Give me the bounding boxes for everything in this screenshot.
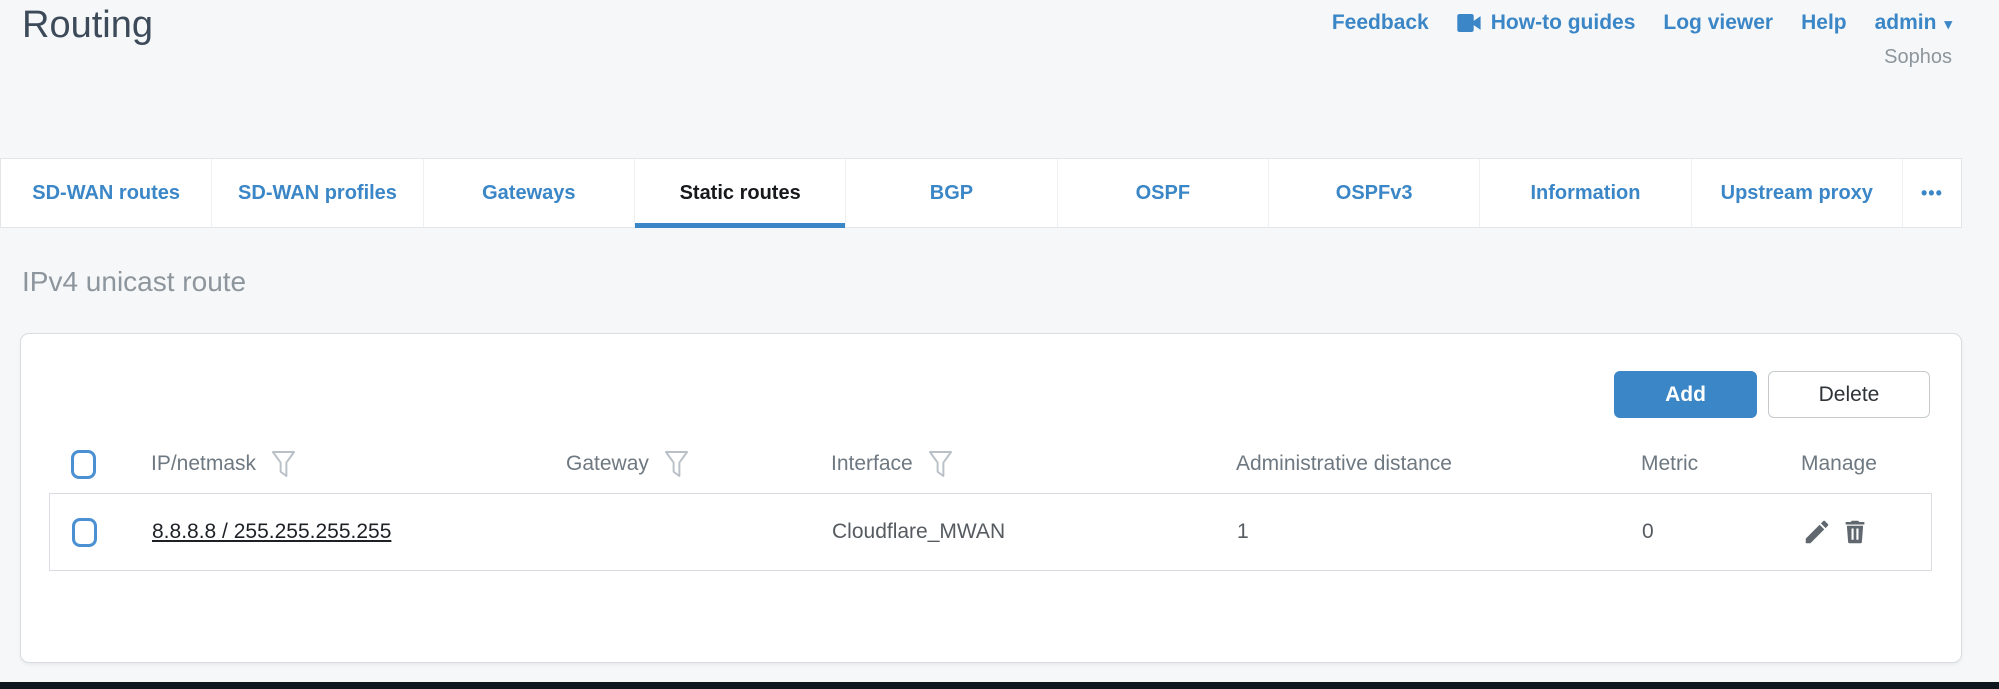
tab-ospf[interactable]: OSPF — [1058, 159, 1269, 227]
column-header-gateway: Gateway — [566, 452, 649, 476]
route-ip-netmask-link[interactable]: 8.8.8.8 / 255.255.255.255 — [152, 520, 391, 543]
nav-help[interactable]: Help — [1801, 11, 1847, 35]
nav-admin-menu[interactable]: admin ▾ — [1875, 11, 1952, 35]
column-header-metric: Metric — [1641, 452, 1698, 476]
page-title: Routing — [22, 4, 153, 47]
tab-information[interactable]: Information — [1480, 159, 1691, 227]
static-routes-panel: Add Delete IP/netmask Gateway Interface … — [20, 333, 1962, 663]
cell-interface: Cloudflare_MWAN — [832, 520, 1237, 544]
account-vendor-label: Sophos — [1884, 46, 1952, 69]
tab-overflow-ellipsis-icon[interactable]: ••• — [1903, 159, 1961, 227]
row-checkbox[interactable] — [72, 518, 97, 547]
tab-ospfv3[interactable]: OSPFv3 — [1269, 159, 1480, 227]
funnel-icon[interactable] — [664, 450, 689, 479]
cell-manage — [1802, 517, 1931, 547]
cell-metric: 0 — [1642, 520, 1802, 544]
tab-static-routes[interactable]: Static routes — [635, 159, 846, 227]
column-header-administrative-distance: Administrative distance — [1236, 452, 1452, 476]
select-all-checkbox[interactable] — [71, 450, 96, 479]
table-header-row: IP/netmask Gateway Interface Administrat… — [49, 435, 1932, 493]
column-header-interface: Interface — [831, 452, 913, 476]
section-title: IPv4 unicast route — [22, 266, 246, 298]
trash-icon[interactable] — [1840, 517, 1870, 547]
nav-feedback[interactable]: Feedback — [1332, 11, 1429, 35]
tab-upstream-proxy[interactable]: Upstream proxy — [1692, 159, 1903, 227]
delete-button[interactable]: Delete — [1768, 371, 1930, 418]
table-actions: Add Delete — [1614, 371, 1930, 418]
tab-sd-wan-profiles[interactable]: SD-WAN profiles — [212, 159, 423, 227]
column-header-manage: Manage — [1801, 452, 1877, 476]
column-header-ip-netmask: IP/netmask — [151, 452, 256, 476]
tab-bar: SD-WAN routes SD-WAN profiles Gateways S… — [0, 158, 1962, 228]
add-button[interactable]: Add — [1614, 371, 1757, 418]
tab-bgp[interactable]: BGP — [846, 159, 1057, 227]
edit-pencil-icon[interactable] — [1802, 517, 1832, 547]
cell-administrative-distance: 1 — [1237, 520, 1642, 544]
table-row: 8.8.8.8 / 255.255.255.255 Cloudflare_MWA… — [49, 493, 1932, 571]
tab-gateways[interactable]: Gateways — [424, 159, 635, 227]
window-bottom-edge — [0, 682, 1999, 689]
top-nav: Feedback How-to guides Log viewer Help a… — [1332, 11, 1952, 35]
funnel-icon[interactable] — [271, 450, 296, 479]
nav-how-to-guides[interactable]: How-to guides — [1457, 11, 1636, 35]
videocam-icon — [1457, 14, 1483, 32]
nav-log-viewer[interactable]: Log viewer — [1663, 11, 1773, 35]
chevron-down-icon: ▾ — [1944, 14, 1952, 32]
funnel-icon[interactable] — [928, 450, 953, 479]
tab-sd-wan-routes[interactable]: SD-WAN routes — [1, 159, 212, 227]
